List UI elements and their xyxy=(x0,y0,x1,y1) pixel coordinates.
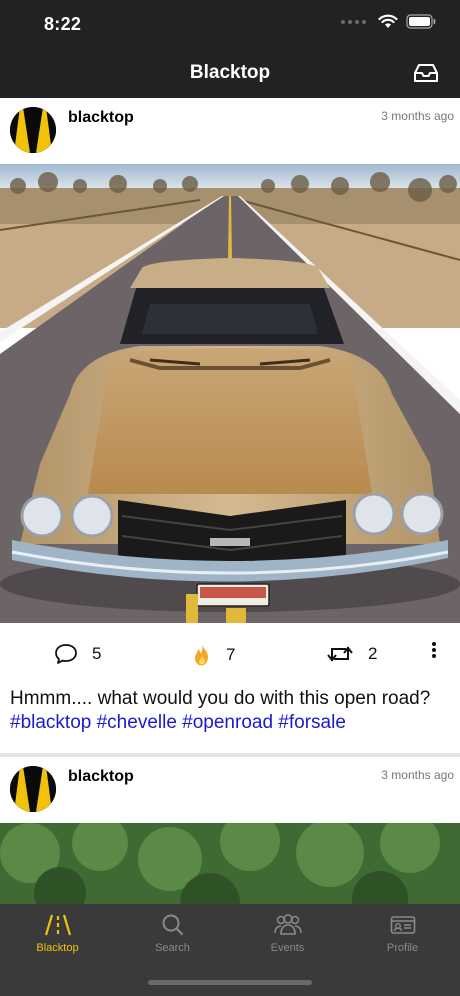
post-image[interactable] xyxy=(0,164,460,623)
fire-icon xyxy=(195,644,208,666)
tab-label: Search xyxy=(155,942,190,954)
top-bar: 8:22 Blacktop xyxy=(0,0,460,98)
avatar[interactable] xyxy=(10,107,56,153)
repost-count: 2 xyxy=(368,644,378,663)
search-icon xyxy=(162,914,183,936)
road-icon xyxy=(44,914,71,936)
fire-count: 7 xyxy=(226,645,236,664)
post-caption: Hmmm.... what would you do with this ope… xyxy=(0,687,460,753)
avatar[interactable] xyxy=(10,766,56,812)
more-vertical-icon xyxy=(432,642,436,658)
timestamp: 3 months ago xyxy=(381,768,454,782)
fire-button[interactable]: 7 xyxy=(192,643,235,667)
road-logo-icon xyxy=(10,107,56,153)
post-card: blacktop 3 months ago xyxy=(0,98,460,757)
post-image[interactable] xyxy=(0,823,460,904)
repost-icon xyxy=(327,646,353,662)
signal-dots-icon xyxy=(341,19,366,24)
more-options-button[interactable] xyxy=(430,639,438,661)
caption-hashtags[interactable]: #blacktop #chevelle #openroad #forsale xyxy=(10,712,346,733)
username[interactable]: blacktop xyxy=(68,109,134,127)
timestamp: 3 months ago xyxy=(381,109,454,123)
comment-icon xyxy=(55,644,77,664)
tab-label: Profile xyxy=(386,942,419,954)
tab-blacktop[interactable]: Blacktop xyxy=(0,914,115,954)
username[interactable]: blacktop xyxy=(68,768,134,786)
post-header: blacktop 3 months ago xyxy=(0,98,460,164)
post-header: blacktop 3 months ago xyxy=(0,757,460,823)
people-icon xyxy=(273,914,302,935)
post-actions: 5 7 2 xyxy=(0,623,460,687)
tab-profile[interactable]: Profile xyxy=(345,914,460,954)
caption-text: Hmmm.... what would you do with this ope… xyxy=(10,688,431,709)
home-indicator[interactable] xyxy=(148,980,312,985)
status-time: 8:22 xyxy=(44,14,82,34)
post-card: blacktop 3 months ago xyxy=(0,757,460,904)
feed[interactable]: blacktop 3 months ago 5 7 2 Hmmm.... wha… xyxy=(0,98,460,904)
comment-count: 5 xyxy=(92,644,102,663)
road-logo-icon xyxy=(10,766,56,812)
page-title: Blacktop xyxy=(189,62,271,83)
status-icons xyxy=(341,14,436,29)
repost-button[interactable]: 2 xyxy=(326,643,377,665)
tab-search[interactable]: Search xyxy=(115,914,230,954)
wifi-icon xyxy=(378,14,398,28)
comment-button[interactable]: 5 xyxy=(54,643,101,665)
inbox-icon[interactable] xyxy=(412,62,440,84)
battery-icon xyxy=(406,14,436,29)
id-card-icon xyxy=(390,916,415,934)
tab-events[interactable]: Events xyxy=(230,914,345,954)
tab-label: Events xyxy=(270,942,305,954)
tab-label: Blacktop xyxy=(36,942,79,954)
